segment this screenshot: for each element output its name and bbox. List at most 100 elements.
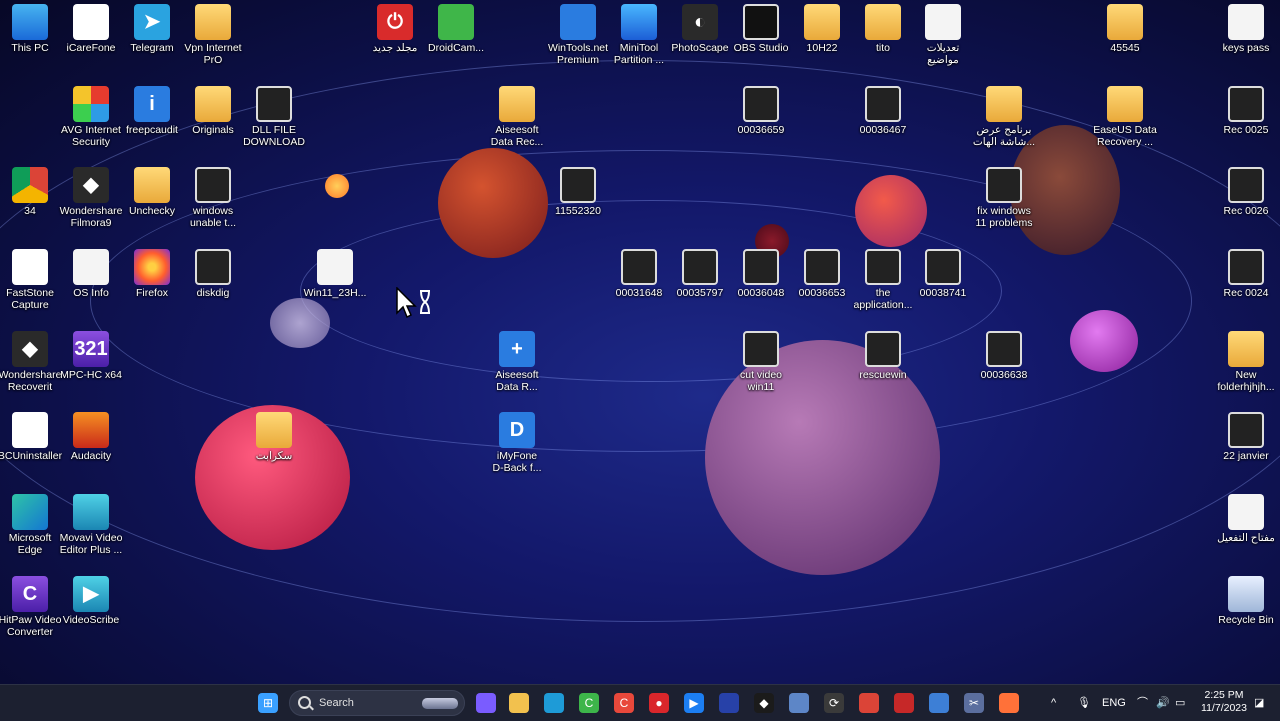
desktop-icon-label: iMyFone D-Back f... — [492, 450, 542, 474]
desktop-icon-item[interactable]: برنامج عرض شاشة الهات... — [966, 82, 1042, 158]
desktop-icon-movavi-video-editor-plus[interactable]: Movavi Video Editor Plus ... — [53, 490, 129, 566]
microsoft-edge-icon — [12, 494, 48, 530]
file-explorer-icon[interactable] — [509, 693, 529, 713]
desktop-icon-windows-unable-t[interactable]: windows unable t... — [175, 163, 251, 239]
desktop-icon-22-janvier[interactable]: 22 janvier — [1208, 408, 1280, 484]
search-highlight-image — [422, 698, 458, 709]
widgets-icon[interactable] — [476, 693, 496, 713]
wintools-net-premium-icon — [560, 4, 596, 40]
camtasia-icon[interactable]: C — [579, 693, 599, 713]
desktop-icon-cut-video-win11[interactable]: cut video win11 — [723, 327, 799, 403]
hitpaw-video-converter-icon: C — [12, 576, 48, 612]
zoom-icon[interactable]: ▶ — [684, 693, 704, 713]
desktop-icon-imyfone-d-back-f[interactable]: DiMyFone D-Back f... — [479, 408, 555, 484]
capcut-icon[interactable]: C — [614, 693, 634, 713]
wallpaper-planet — [325, 174, 349, 198]
11552320-icon — [560, 167, 596, 203]
desktop-icon-item[interactable]: مفتاح التفعيل — [1208, 490, 1280, 566]
desktop-icon-aiseesoft-data-r[interactable]: + Aiseesoft Data R... — [479, 327, 555, 403]
app-icon-blue[interactable] — [719, 693, 739, 713]
desktop-icon-aiseesoft-data-rec[interactable]: Aiseesoft Data Rec... — [479, 82, 555, 158]
windows-unable-t-icon — [195, 167, 231, 203]
desktop-icon-label: Rec 0026 — [1223, 205, 1269, 217]
desktop-icon-item[interactable]: سكرابت — [236, 408, 312, 484]
desktop-icon-dll-file-download[interactable]: DLL FILE DOWNLOAD — [236, 82, 312, 158]
22-janvier-icon — [1228, 412, 1264, 448]
desktop-icon-rec-0024[interactable]: Rec 0024 — [1208, 245, 1280, 321]
desktop-icon-win11-23h[interactable]: Win11_23H... — [297, 245, 373, 321]
desktop-icon-new-folderhjhjh[interactable]: New folderhjhjh... — [1208, 327, 1280, 403]
photos-icon[interactable] — [789, 693, 809, 713]
battery-icon[interactable]: ▭ — [1175, 693, 1185, 713]
desktop-icon-rec-0026[interactable]: Rec 0026 — [1208, 163, 1280, 239]
desktop-icon-label: Vpn Internet PrO — [184, 42, 242, 66]
the-application-icon — [865, 249, 901, 285]
windows-start-icon[interactable]: ⊞ — [258, 693, 278, 713]
item-icon — [925, 4, 961, 40]
originals-icon — [195, 86, 231, 122]
desktop-icon-rec-0025[interactable]: Rec 0025 — [1208, 82, 1280, 158]
dll-file-download-icon — [256, 86, 292, 122]
edge-icon[interactable] — [544, 693, 564, 713]
desktop-icon-recycle-bin[interactable]: Recycle Bin — [1208, 572, 1280, 648]
desktop-icon-item[interactable]: تعديلات مواضيع — [905, 0, 981, 76]
desktop-icon-label: keys pass — [1222, 42, 1270, 54]
icarefone-icon: C — [73, 4, 109, 40]
desktop-icon-fix-windows-11-problems[interactable]: fix windows 11 problems — [966, 163, 1042, 239]
app-icon-red[interactable] — [894, 693, 914, 713]
diskdig-icon — [195, 249, 231, 285]
desktop-icon-label: 00038741 — [919, 287, 967, 299]
desktop-icon-00036659[interactable]: 00036659 — [723, 82, 799, 158]
desktop-icon-00036467[interactable]: 00036467 — [845, 82, 921, 158]
desktop-icon-label: rescuewin — [859, 369, 907, 381]
cut-video-win11-icon — [743, 331, 779, 367]
desktop-icon-audacity[interactable]: Audacity — [53, 408, 129, 484]
item-icon: ⏻ — [377, 4, 413, 40]
desktop-icon-label: diskdig — [196, 287, 230, 299]
rec-0025-icon — [1228, 86, 1264, 122]
monitor-icon[interactable] — [929, 693, 949, 713]
firefox-icon — [134, 249, 170, 285]
recycle-bin-icon — [1228, 576, 1264, 612]
show-hidden-icons-chevron-icon[interactable]: ^ — [1051, 693, 1056, 713]
desktop-icon-11552320[interactable]: 11552320 — [540, 163, 616, 239]
settings-icon[interactable]: ⟳ — [824, 693, 844, 713]
desktop-icon-videoscribe[interactable]: ▶ VideoScribe — [53, 572, 129, 648]
desktop-icon-00036638[interactable]: 00036638 — [966, 327, 1042, 403]
desktop-icon-label: VideoScribe — [62, 614, 120, 626]
freepcaudit-icon: i — [134, 86, 170, 122]
aiseesoft-data-rec-icon — [499, 86, 535, 122]
10h22-icon — [804, 4, 840, 40]
wondershare-recoverit-icon: ◆ — [12, 331, 48, 367]
screen-recorder-icon[interactable]: ● — [649, 693, 669, 713]
desktop-icon-diskdig[interactable]: diskdig — [175, 245, 251, 321]
notification-bell-icon[interactable]: ◪ — [1254, 693, 1264, 713]
taskbar-search-box[interactable]: Search — [289, 690, 465, 716]
firefox-icon[interactable] — [999, 693, 1019, 713]
desktop-icon-label: 22 janvier — [1223, 450, 1269, 462]
desktop-icon-00038741[interactable]: 00038741 — [905, 245, 981, 321]
desktop-icon-mpc-hc-x64[interactable]: 321 MPC-HC x64 — [53, 327, 129, 403]
desktop-icon-rescuewin[interactable]: rescuewin — [845, 327, 921, 403]
minitool-partition-icon — [621, 4, 657, 40]
desktop-icon-keys-pass[interactable]: keys pass — [1208, 0, 1280, 76]
desktop-icon-label: Rec 0024 — [1223, 287, 1269, 299]
00031648-icon — [621, 249, 657, 285]
movavi-video-editor-plus-icon — [73, 494, 109, 530]
desktop-icon-droidcam[interactable]: DroidCam... — [418, 0, 494, 76]
chrome-icon[interactable] — [859, 693, 879, 713]
clock[interactable]: 2:25 PM 11/7/2023 — [1196, 689, 1252, 715]
language-indicator[interactable]: ENG — [1102, 693, 1126, 713]
desktop-icon-label: 00036659 — [737, 124, 785, 136]
snipping-tool-icon[interactable]: ✂ — [964, 693, 984, 713]
mouse-cursor-busy-icon — [396, 287, 430, 319]
microphone-icon[interactable]: 🎙 — [1077, 693, 1091, 713]
desktop-icon-45545[interactable]: 45545 — [1087, 0, 1163, 76]
desktop-icon-easeus-data-recovery[interactable]: EaseUS Data Recovery ... — [1087, 82, 1163, 158]
desktop-icon-label: 11552320 — [555, 205, 601, 217]
wifi-icon[interactable]: ⌒ — [1137, 693, 1148, 713]
volume-icon[interactable]: 🔊 — [1156, 693, 1170, 713]
desktop-icon-vpn-internet-pro[interactable]: Vpn Internet PrO — [175, 0, 251, 76]
obs-studio-icon — [743, 4, 779, 40]
filmora-icon[interactable]: ◆ — [754, 693, 774, 713]
